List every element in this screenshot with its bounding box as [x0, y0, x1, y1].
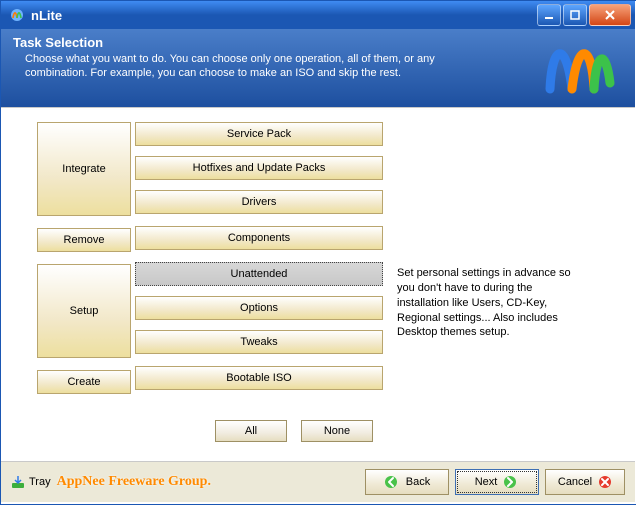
next-button[interactable]: Next	[455, 469, 539, 495]
cancel-button[interactable]: Cancel	[545, 469, 625, 495]
tray-icon	[11, 475, 25, 489]
back-button[interactable]: Back	[365, 469, 449, 495]
category-remove[interactable]: Remove	[37, 228, 131, 252]
task-components[interactable]: Components	[135, 226, 383, 250]
category-setup[interactable]: Setup	[37, 264, 131, 358]
app-icon	[9, 7, 25, 23]
next-label: Next	[475, 476, 498, 488]
task-bootable-iso[interactable]: Bootable ISO	[135, 366, 383, 390]
watermark-text: AppNee Freeware Group.	[57, 474, 211, 490]
task-options[interactable]: Options	[135, 296, 383, 320]
back-label: Back	[406, 476, 430, 488]
titlebar: nLite	[1, 1, 635, 29]
maximize-button[interactable]	[563, 4, 587, 26]
select-all-button[interactable]: All	[215, 420, 287, 442]
task-hotfixes[interactable]: Hotfixes and Update Packs	[135, 156, 383, 180]
select-none-button[interactable]: None	[301, 420, 373, 442]
category-integrate[interactable]: Integrate	[37, 122, 131, 216]
minimize-button[interactable]	[537, 4, 561, 26]
arrow-left-icon	[384, 475, 400, 489]
arrow-right-icon	[503, 475, 519, 489]
close-button[interactable]	[589, 4, 631, 26]
category-create[interactable]: Create	[37, 370, 131, 394]
cancel-label: Cancel	[558, 476, 592, 488]
tray-label: Tray	[29, 476, 51, 488]
tray-button[interactable]: Tray	[11, 475, 51, 489]
page-title: Task Selection	[13, 35, 485, 50]
nlite-logo	[535, 29, 625, 99]
cancel-icon	[598, 475, 612, 489]
header: Task Selection Choose what you want to d…	[1, 29, 635, 107]
task-service-pack[interactable]: Service Pack	[135, 122, 383, 146]
content-area: Integrate Remove Setup Create Service Pa…	[1, 107, 635, 462]
footer: Tray AppNee Freeware Group. Back Next Ca…	[1, 462, 635, 502]
window-title: nLite	[31, 8, 537, 23]
task-tweaks[interactable]: Tweaks	[135, 330, 383, 354]
task-drivers[interactable]: Drivers	[135, 190, 383, 214]
task-unattended[interactable]: Unattended	[135, 262, 383, 286]
page-description: Choose what you want to do. You can choo…	[25, 52, 485, 81]
task-hint-text: Set personal settings in advance so you …	[397, 266, 583, 340]
